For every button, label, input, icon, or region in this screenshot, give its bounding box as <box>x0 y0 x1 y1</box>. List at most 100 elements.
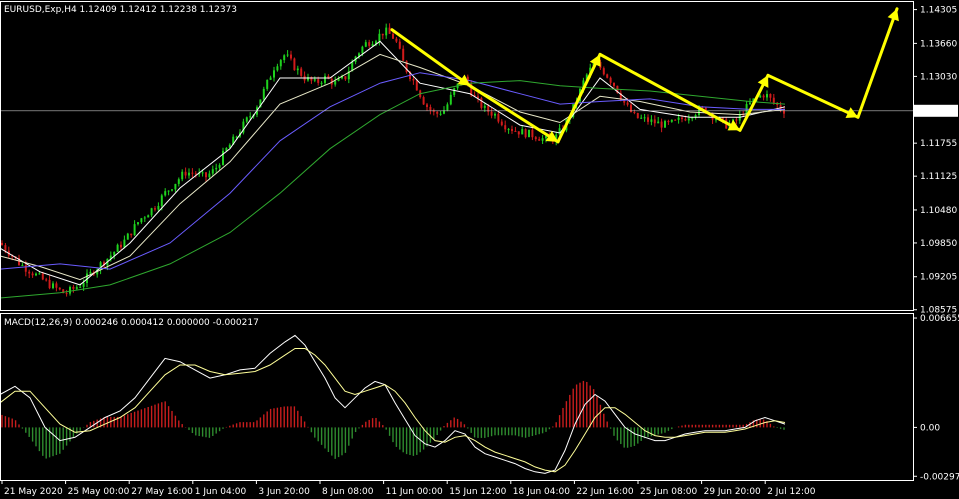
candle-body <box>126 233 129 240</box>
price-tick-label: 1.14305 <box>920 6 957 16</box>
candle-body <box>286 54 289 56</box>
candle-body <box>150 208 153 216</box>
candle-body <box>494 113 496 116</box>
trading-chart[interactable]: 1.14305 1.13660 1.13030 1.12373 1.11755 1.111… <box>0 0 959 499</box>
time-tick-label: 29 Jun 20:00 <box>704 487 761 497</box>
candle-body <box>157 205 160 210</box>
time-tick-label: 3 Jun 20:00 <box>258 487 310 497</box>
candle-body <box>164 191 167 196</box>
candle-body <box>123 239 126 248</box>
candle-body <box>269 77 272 80</box>
candle-body <box>534 137 537 140</box>
time-tick-label: 18 Jun 04:00 <box>513 487 570 497</box>
candle-body <box>606 74 609 78</box>
price-tick-label: 1.13660 <box>920 39 957 49</box>
candle-body <box>507 129 510 131</box>
candle-body <box>89 271 92 274</box>
candle-body <box>402 48 405 61</box>
candle-body <box>55 283 58 288</box>
candle-body <box>215 167 218 170</box>
candle-body <box>769 94 772 98</box>
price-tick-label: 1.09205 <box>920 273 957 283</box>
time-tick-label: 22 Jun 16:00 <box>576 487 633 497</box>
candle-body <box>361 46 364 54</box>
time-tick-label: 27 May 16:00 <box>131 487 193 497</box>
candle-body <box>283 55 286 61</box>
candle-body <box>137 222 139 225</box>
candle-body <box>538 139 541 141</box>
time-tick-label: 11 Jun 00:00 <box>386 487 443 497</box>
candle-body <box>677 117 680 120</box>
candle-body <box>667 121 670 123</box>
candle-body <box>276 66 279 71</box>
candle-body <box>483 105 486 108</box>
candle-body <box>167 190 170 192</box>
candle-body <box>296 68 299 71</box>
time-tick-label: 2 Jul 12:00 <box>767 487 816 497</box>
candle-body <box>541 138 544 141</box>
candle-body <box>449 94 452 105</box>
candle-body <box>691 117 694 119</box>
candle-body <box>364 42 367 47</box>
candle-body <box>211 169 214 174</box>
candle-body <box>674 119 677 121</box>
candle-body <box>381 33 384 36</box>
candle-body <box>262 88 265 100</box>
candle-body <box>140 218 143 223</box>
candle-body <box>446 104 449 111</box>
candle-body <box>41 273 44 280</box>
candle-body <box>647 117 649 122</box>
candle-body <box>609 77 612 83</box>
macd-tick-label: 0.006655 <box>920 314 959 324</box>
candle-body <box>177 179 180 184</box>
candle-body <box>528 129 530 138</box>
candle-body <box>613 82 615 86</box>
candle-body <box>317 79 320 83</box>
candle-body <box>28 271 31 274</box>
candle-body <box>65 293 68 295</box>
candle-body <box>171 189 173 191</box>
candle-body <box>439 113 442 115</box>
price-tick-label: 1.09850 <box>920 239 957 249</box>
candle-body <box>324 75 326 83</box>
candle-body <box>154 208 156 210</box>
candle-body <box>633 111 636 114</box>
candle-body <box>392 33 394 39</box>
candle-body <box>160 195 163 206</box>
candle-body <box>759 95 762 98</box>
candle-body <box>58 287 61 290</box>
time-tick-label: 8 Jun 08:00 <box>322 487 374 497</box>
candle-body <box>1 242 3 246</box>
candle-body <box>636 113 639 119</box>
candle-body <box>514 130 517 132</box>
candle-body <box>143 217 146 219</box>
candle-body <box>517 131 520 135</box>
candle-body <box>191 172 194 174</box>
price-tick-label: 1.12373 <box>920 107 957 117</box>
price-tick-label: 1.11755 <box>920 139 957 149</box>
candle-body <box>320 82 323 84</box>
candle-body <box>687 118 690 121</box>
candle-body <box>120 244 122 248</box>
candle-body <box>660 121 663 128</box>
time-tick-label: 1 Jun 04:00 <box>195 487 247 497</box>
candle-body <box>31 273 34 276</box>
macd-header: MACD(12,26,9) 0.000246 0.000412 0.000000… <box>4 318 259 328</box>
candle-body <box>368 42 371 46</box>
candle-body <box>422 97 425 105</box>
candle-body <box>766 94 768 98</box>
candle-body <box>45 279 48 281</box>
candle-body <box>436 111 439 114</box>
candle-body <box>504 125 507 130</box>
candle-body <box>300 68 303 76</box>
candle-body <box>201 172 204 174</box>
candle-body <box>378 33 381 42</box>
time-tick-label: 21 May 2020 <box>4 487 63 497</box>
price-tick-label: 1.11125 <box>920 172 957 182</box>
candle-body <box>181 171 184 180</box>
candle-body <box>147 215 150 218</box>
candle-body <box>313 79 316 81</box>
candle-body <box>762 95 765 98</box>
candle-body <box>116 244 119 252</box>
candle-body <box>38 273 41 275</box>
